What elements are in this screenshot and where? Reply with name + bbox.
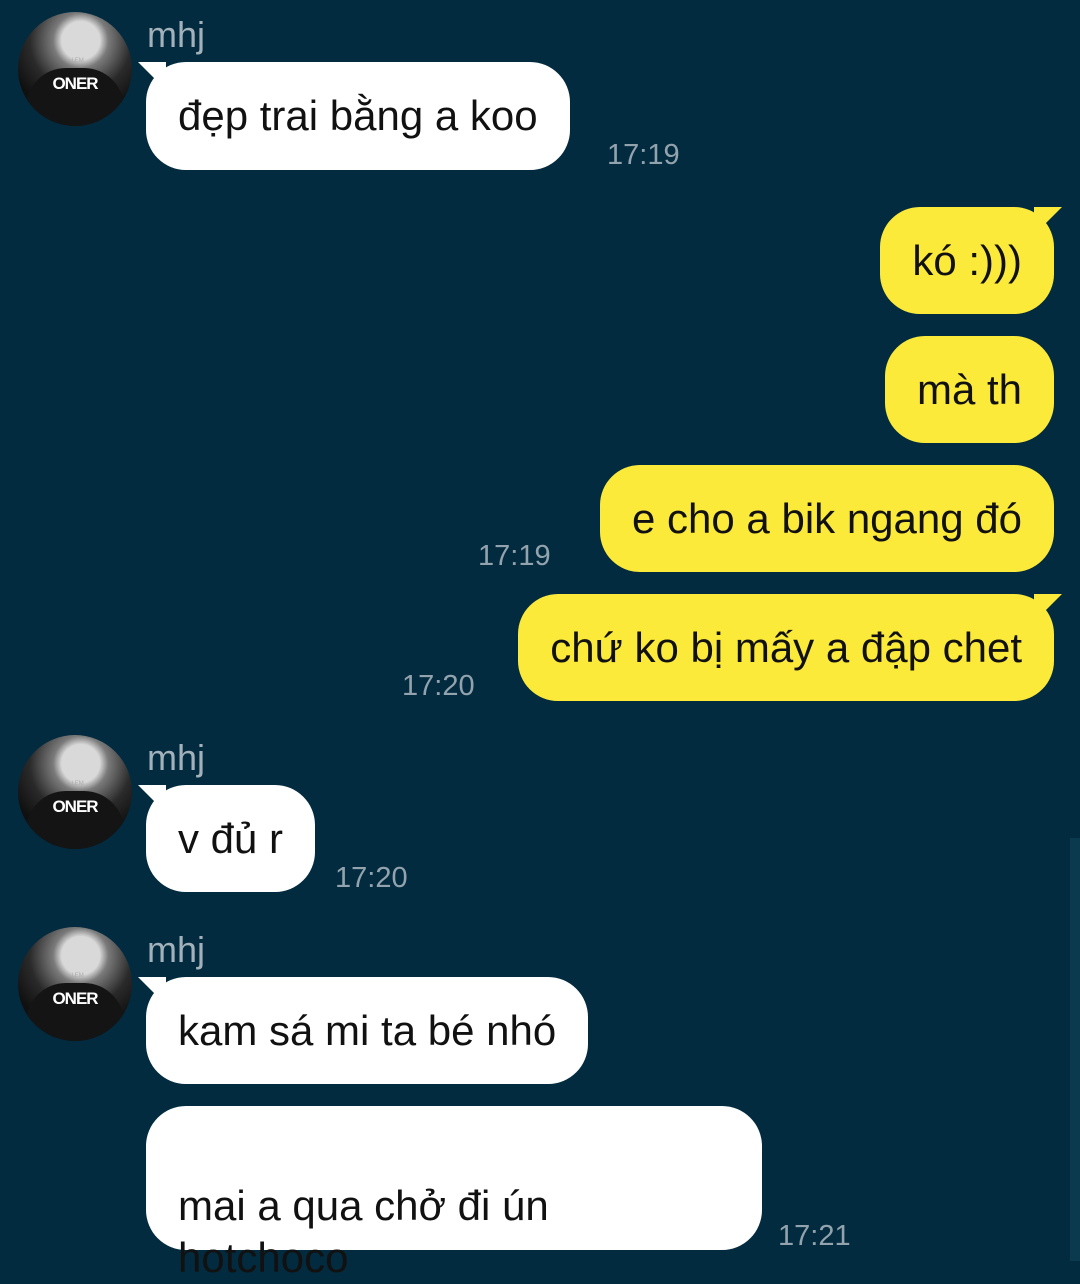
message-text: e cho a bik ngang đó [632, 495, 1022, 542]
message-time: 17:19 [607, 139, 680, 171]
sender-name: mhj [147, 737, 206, 778]
message-text: mà th [916, 366, 1022, 413]
avatar-logo-mark: ━ LEM [66, 781, 84, 787]
message-bubble[interactable]: mà th [884, 336, 1054, 443]
message-bubble[interactable]: đẹp trai bằng a koo [138, 62, 570, 170]
message-text: chứ ko bị mấy a đập chet [550, 624, 1022, 671]
message-bubble[interactable]: e cho a bik ngang đó [600, 465, 1054, 572]
avatar[interactable]: ━ LEM ONER [18, 735, 132, 849]
message-text: mai a qua chở đi ún hotchoco [178, 1182, 549, 1281]
message-bubble[interactable]: kam sá mi ta bé nhó [138, 977, 589, 1084]
message-text: v đủ r [178, 815, 284, 862]
scrollbar[interactable] [1070, 838, 1080, 1261]
message-time: 17:20 [402, 670, 475, 702]
message-bubble[interactable]: kó :))) [880, 207, 1062, 314]
avatar-text: ONER [52, 74, 98, 93]
message-text: kam sá mi ta bé nhó [178, 1007, 557, 1054]
sender-name: mhj [147, 14, 206, 55]
message-bubble[interactable]: mai a qua chở đi ún hotchoco [146, 1106, 762, 1281]
message-time: 17:21 [778, 1220, 851, 1252]
message-bubble[interactable]: v đủ r [138, 785, 316, 892]
avatar[interactable]: ━ LEM ONER [18, 12, 132, 126]
avatar[interactable]: ━ LEM ONER [18, 927, 132, 1041]
avatar-text: ONER [52, 989, 98, 1008]
message-bubble[interactable]: chứ ko bị mấy a đập chet [518, 594, 1062, 701]
message-time: 17:20 [335, 862, 408, 894]
sender-name: mhj [147, 929, 206, 970]
message-text: đẹp trai bằng a koo [178, 92, 538, 139]
message-time: 17:19 [478, 540, 551, 572]
message-text: kó :))) [912, 237, 1022, 284]
avatar-logo-mark: ━ LEM [66, 58, 84, 64]
avatar-logo-mark: ━ LEM [66, 973, 84, 979]
avatar-text: ONER [52, 797, 98, 816]
